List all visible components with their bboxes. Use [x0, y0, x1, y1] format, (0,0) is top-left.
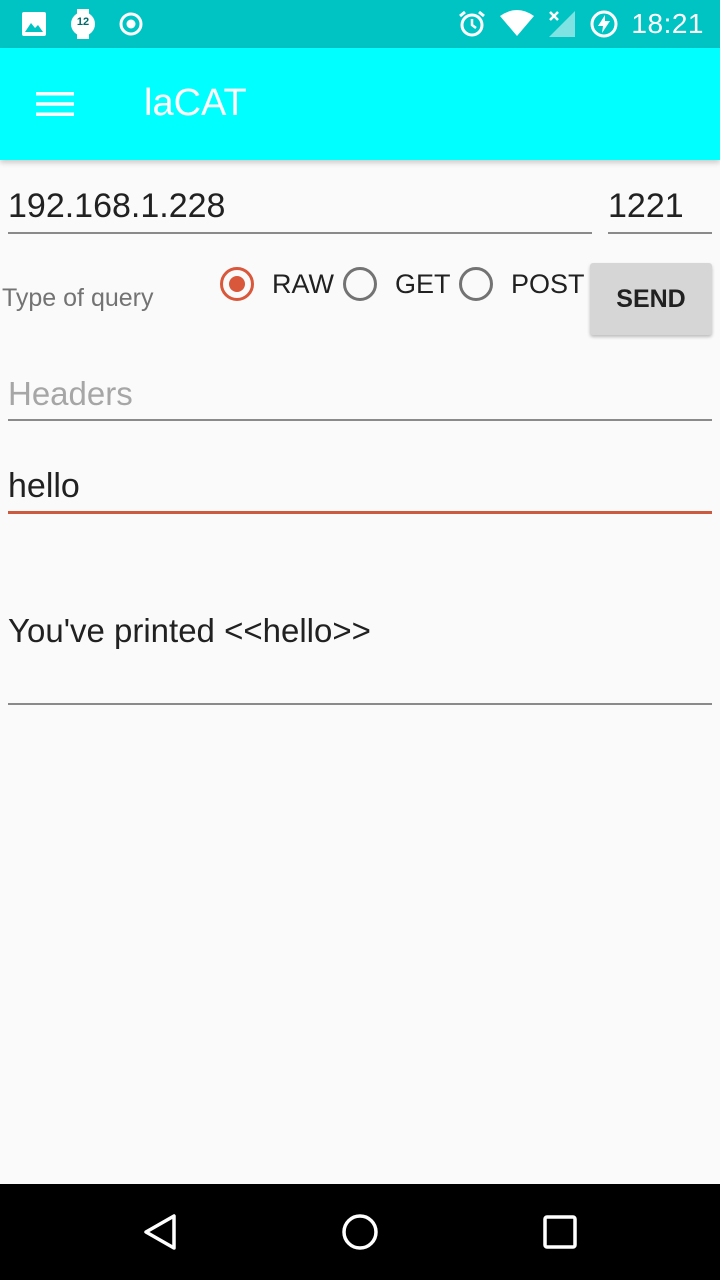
home-button[interactable]	[336, 1208, 384, 1256]
watch-badge-icon: 12	[68, 8, 98, 40]
radio-unchecked-icon	[459, 267, 493, 301]
menu-button[interactable]	[24, 80, 88, 128]
radio-get[interactable]: GET	[343, 262, 451, 306]
recents-icon	[542, 1214, 578, 1250]
status-right-icons: 18:21	[457, 8, 704, 40]
port-field[interactable]	[608, 182, 712, 230]
battery-charging-icon	[589, 9, 619, 39]
radio-post-label: POST	[511, 268, 585, 299]
navigation-bar	[0, 1184, 720, 1280]
target-icon	[118, 11, 144, 37]
status-bar: 12 18:21	[0, 0, 720, 48]
message-underline	[8, 511, 712, 514]
radio-post[interactable]: POST	[459, 262, 585, 306]
message-field[interactable]	[8, 462, 712, 510]
app-bar: laCAT	[0, 48, 720, 160]
headers-field[interactable]	[8, 370, 712, 418]
port-underline	[608, 232, 712, 234]
no-signal-icon	[547, 9, 577, 39]
radio-raw-label: RAW	[272, 268, 334, 299]
response-underline	[8, 703, 712, 705]
app-title: laCAT	[144, 82, 247, 124]
image-icon	[20, 10, 48, 38]
response-text: You've printed <<hello>>	[8, 612, 371, 649]
alarm-icon	[457, 9, 487, 39]
radio-unchecked-icon	[343, 267, 377, 301]
status-clock: 18:21	[631, 8, 704, 39]
hamburger-menu-icon	[36, 91, 74, 117]
send-button[interactable]: SEND	[590, 263, 712, 335]
ip-underline	[8, 232, 592, 234]
home-icon	[340, 1212, 380, 1252]
wifi-icon	[499, 10, 535, 38]
back-icon	[140, 1212, 180, 1252]
status-left-icons: 12	[20, 8, 144, 40]
back-button[interactable]	[136, 1208, 184, 1256]
headers-underline	[8, 419, 712, 421]
recents-button[interactable]	[536, 1208, 584, 1256]
radio-raw[interactable]: RAW	[220, 262, 334, 306]
watch-badge-count: 12	[76, 16, 90, 28]
query-type-label: Type of query	[2, 284, 154, 312]
ip-address-field[interactable]	[8, 182, 592, 230]
radio-checked-icon	[220, 267, 254, 301]
radio-get-label: GET	[395, 268, 451, 299]
